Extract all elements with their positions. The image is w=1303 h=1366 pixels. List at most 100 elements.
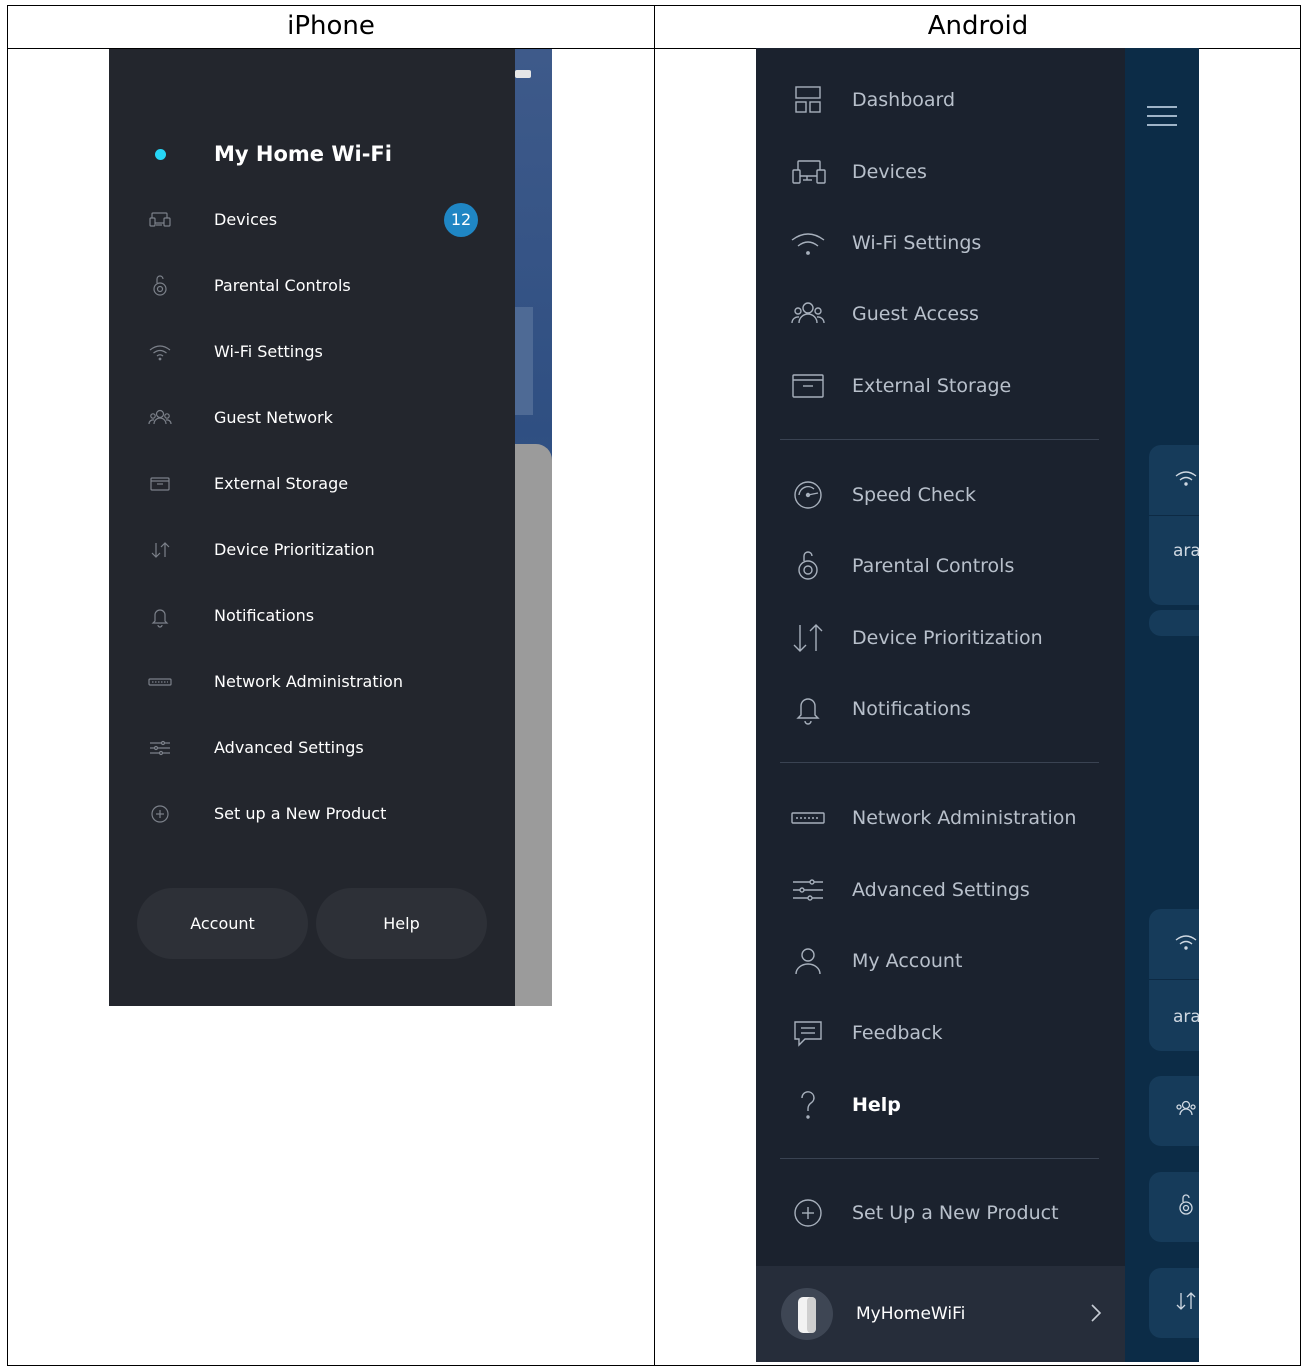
android-menu-item-speed-check[interactable]: Speed Check	[756, 473, 1125, 517]
parental-controls-icon	[790, 550, 826, 582]
network-name[interactable]: My Home Wi-Fi	[214, 142, 392, 166]
user-icon	[790, 945, 826, 977]
background-card	[1149, 610, 1199, 636]
android-menu-item-parental-controls[interactable]: Parental Controls	[756, 544, 1125, 588]
iphone-menu-item-notifications[interactable]: Notifications	[109, 596, 515, 636]
android-menu-item-setup-new-product[interactable]: Set Up a New Product	[756, 1191, 1125, 1235]
menu-label: Notifications	[214, 606, 315, 625]
router-node-avatar	[781, 1288, 833, 1340]
iphone-side-menu: My Home Wi-Fi Devices 12 Parental Contro…	[109, 49, 515, 1006]
menu-label: External Storage	[214, 474, 349, 493]
android-menu-item-dashboard[interactable]: Dashboard	[756, 78, 1125, 122]
menu-label: Device Prioritization	[214, 540, 375, 559]
iphone-menu-item-wifi-settings[interactable]: Wi-Fi Settings	[109, 332, 515, 372]
menu-label: Network Administration	[852, 807, 1077, 829]
android-menu-item-advanced-settings[interactable]: Advanced Settings	[756, 868, 1125, 912]
android-menu-item-device-prioritization[interactable]: Device Prioritization	[756, 616, 1125, 660]
iphone-menu-item-parental-controls[interactable]: Parental Controls	[109, 266, 515, 306]
sliders-icon	[147, 736, 173, 760]
iphone-menu-item-device-prioritization[interactable]: Device Prioritization	[109, 530, 515, 570]
devices-icon	[790, 156, 826, 188]
menu-label: Notifications	[852, 698, 971, 720]
network-name: MyHomeWiFi	[856, 1304, 966, 1324]
guest-icon	[1173, 1096, 1199, 1122]
background-app-view	[1125, 48, 1199, 1362]
chevron-right-icon	[1089, 1302, 1103, 1324]
plus-circle-icon	[790, 1197, 826, 1229]
guest-icon	[790, 298, 826, 330]
menu-label: Devices	[214, 210, 278, 229]
sliders-icon	[790, 874, 826, 906]
speedometer-icon	[790, 479, 826, 511]
bell-icon	[147, 604, 173, 628]
menu-label: Speed Check	[852, 484, 977, 506]
iphone-menu-item-setup-new-product[interactable]: Set up a New Product	[109, 794, 515, 834]
plus-circle-icon	[147, 802, 173, 826]
background-sheet	[515, 444, 552, 1006]
menu-label: Advanced Settings	[852, 879, 1030, 901]
menu-label: Advanced Settings	[214, 738, 364, 757]
network-selector[interactable]: MyHomeWiFi	[756, 1266, 1125, 1362]
android-menu-item-network-administration[interactable]: Network Administration	[756, 796, 1125, 840]
devices-count-badge: 12	[444, 203, 478, 237]
android-screenshot: ara ara Dashboard Devices Wi-Fi Settings…	[756, 48, 1199, 1362]
android-menu-item-guest-access[interactable]: Guest Access	[756, 292, 1125, 336]
wifi-icon	[790, 227, 826, 259]
menu-label: Help	[852, 1094, 901, 1116]
hamburger-menu-icon[interactable]	[1147, 106, 1177, 126]
menu-label: Guest Access	[852, 303, 979, 325]
android-menu-item-devices[interactable]: Devices	[756, 150, 1125, 194]
menu-label: Set Up a New Product	[852, 1202, 1059, 1224]
iphone-column-header: iPhone	[287, 11, 375, 41]
router-icon	[147, 670, 173, 694]
background-card-text: ara	[1173, 1007, 1199, 1027]
background-card	[1149, 1268, 1199, 1338]
android-menu-item-help[interactable]: Help	[756, 1083, 1125, 1127]
android-menu-item-feedback[interactable]: Feedback	[756, 1011, 1125, 1055]
android-menu-item-my-account[interactable]: My Account	[756, 939, 1125, 983]
help-button[interactable]: Help	[316, 888, 487, 959]
android-navigation-drawer: Dashboard Devices Wi-Fi Settings Guest A…	[756, 48, 1125, 1362]
android-menu-item-wifi-settings[interactable]: Wi-Fi Settings	[756, 221, 1125, 265]
menu-label: Set up a New Product	[214, 804, 387, 823]
background-card	[1149, 1172, 1199, 1242]
iphone-menu-item-devices[interactable]: Devices 12	[109, 200, 515, 240]
dashboard-icon	[790, 84, 826, 116]
iphone-menu-item-external-storage[interactable]: External Storage	[109, 464, 515, 504]
background-card	[1149, 1076, 1199, 1146]
account-button[interactable]: Account	[137, 888, 308, 959]
background-card-text: ara	[1173, 541, 1199, 561]
menu-label: Guest Network	[214, 408, 333, 427]
router-icon	[790, 802, 826, 834]
parental-controls-icon	[147, 274, 173, 298]
menu-label: Network Administration	[214, 672, 403, 691]
menu-divider	[780, 439, 1099, 440]
wifi-icon	[1173, 465, 1199, 491]
wifi-icon	[1173, 929, 1199, 955]
feedback-icon	[790, 1017, 826, 1049]
column-divider	[654, 6, 655, 1365]
menu-label: My Account	[852, 950, 963, 972]
menu-label: External Storage	[852, 375, 1012, 397]
prioritization-icon	[1173, 1288, 1199, 1314]
menu-label: Parental Controls	[852, 555, 1015, 577]
question-icon	[790, 1089, 826, 1121]
menu-label: Devices	[852, 161, 927, 183]
devices-icon	[147, 208, 173, 232]
menu-label: Feedback	[852, 1022, 943, 1044]
parental-controls-icon	[1173, 1192, 1199, 1218]
iphone-menu-item-guest-network[interactable]: Guest Network	[109, 398, 515, 438]
prioritization-icon	[790, 622, 826, 654]
wifi-icon	[147, 340, 173, 364]
iphone-menu-item-advanced-settings[interactable]: Advanced Settings	[109, 728, 515, 768]
iphone-menu-item-network-administration[interactable]: Network Administration	[109, 662, 515, 702]
background-card: ara	[1149, 909, 1199, 1051]
menu-label: Device Prioritization	[852, 627, 1043, 649]
storage-icon	[790, 370, 826, 402]
network-status-dot	[155, 149, 166, 160]
guest-icon	[147, 406, 173, 430]
android-menu-item-external-storage[interactable]: External Storage	[756, 364, 1125, 408]
bell-icon	[790, 693, 826, 725]
android-menu-item-notifications[interactable]: Notifications	[756, 687, 1125, 731]
background-card: ara	[1149, 445, 1199, 605]
